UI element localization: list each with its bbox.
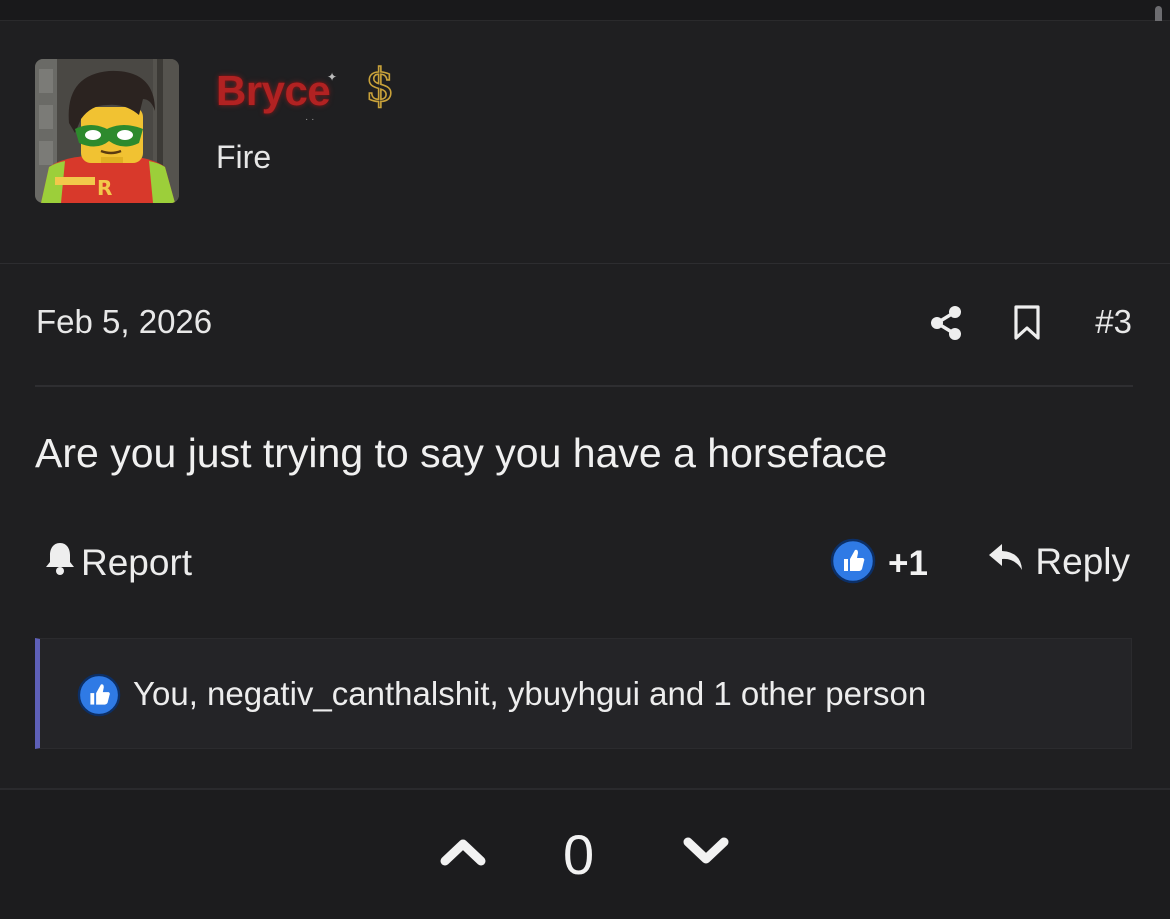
chevron-up-icon[interactable] <box>440 836 486 871</box>
previous-post-edge <box>0 0 1170 21</box>
svg-text:R: R <box>97 176 112 200</box>
reactions-summary-bar[interactable]: You, negativ_canthalshit, ybuyhgui and 1… <box>35 638 1132 749</box>
sparkle-icon: · · <box>305 114 315 125</box>
like-icon <box>77 673 121 722</box>
reply-button[interactable]: Reply <box>987 540 1130 583</box>
post-number-link[interactable]: #3 <box>1095 303 1132 341</box>
reactions-summary-text[interactable]: You, negativ_canthalshit, ybuyhgui and 1… <box>133 675 926 713</box>
thread-post-page: R Bryce ✦ · · $ Fire Feb 5, 2026 #3 Are … <box>0 0 1170 919</box>
post-body: Are you just trying to say you have a ho… <box>35 430 888 476</box>
reply-label: Reply <box>1035 540 1130 582</box>
report-label: Report <box>81 541 193 583</box>
dollar-badge-icon: $ <box>359 57 401 116</box>
divider <box>35 385 1133 387</box>
username[interactable]: Bryce <box>216 67 331 115</box>
reaction-count: +1 <box>888 543 928 583</box>
vote-score: 0 <box>563 823 595 886</box>
vote-bar: 0 <box>0 788 1170 919</box>
sparkle-icon: ✦ <box>327 70 338 84</box>
post-date[interactable]: Feb 5, 2026 <box>36 303 212 341</box>
like-icon <box>830 538 876 589</box>
like-reaction-button[interactable]: +1 <box>830 538 928 589</box>
user-title: Fire <box>216 139 272 175</box>
bell-icon <box>43 540 77 585</box>
post-user-header: R Bryce ✦ · · $ Fire <box>0 21 1170 264</box>
report-button[interactable]: Report <box>43 540 192 585</box>
bookmark-icon[interactable] <box>1013 305 1041 346</box>
chevron-down-icon[interactable] <box>683 836 729 871</box>
svg-text:$: $ <box>365 59 394 111</box>
reply-icon <box>987 540 1025 583</box>
avatar[interactable]: R <box>35 59 179 203</box>
share-icon[interactable] <box>928 305 964 346</box>
